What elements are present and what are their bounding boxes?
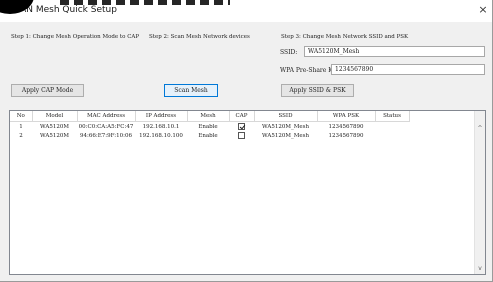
ssid-field[interactable]: WA5120M_Mesh [304,46,485,57]
cell-ip: 192.168.10.1 [142,123,180,130]
cell-psk: 1234567890 [328,132,364,139]
col-mac[interactable]: MAC Address [77,111,136,122]
cell-model: WA5120M [40,132,69,139]
col-psk[interactable]: WPA PSK [317,111,376,122]
partial-top-text [60,0,230,5]
cell-ip: 192.168.10.100 [139,132,183,139]
scroll-down-icon[interactable]: v [475,264,485,274]
cell-cap [229,122,254,132]
step3-label: Step 3: Change Mesh Network SSID and PSK [281,34,409,40]
cell-mesh: Enable [198,132,218,139]
col-mesh[interactable]: Mesh [187,111,230,122]
psk-field[interactable]: 1234567890 [331,64,485,75]
col-ssid[interactable]: SSID [254,111,318,122]
scan-mesh-button[interactable]: Scan Mesh [164,84,218,97]
col-no[interactable]: No [10,111,33,122]
device-table: No Model MAC Address IP Address Mesh CAP… [10,111,410,140]
table-header: No Model MAC Address IP Address Mesh CAP… [10,111,410,122]
mesh-setup-window: WLAN Mesh Quick Setup × Step 1: Change M… [0,0,493,282]
vertical-scrollbar[interactable]: ^ v [474,111,485,274]
cell-mesh: Enable [198,123,218,130]
col-ip[interactable]: IP Address [135,111,188,122]
apply-cap-mode-button[interactable]: Apply CAP Mode [11,84,84,97]
scroll-up-icon[interactable]: ^ [475,124,485,134]
ssid-label: SSID: [280,49,298,56]
cap-checkbox[interactable] [238,123,245,130]
apply-ssid-psk-button[interactable]: Apply SSID & PSK [281,84,354,97]
cell-ssid: WA5120M_Mesh [262,132,309,139]
col-model[interactable]: Model [32,111,78,122]
table-row[interactable]: 1 WA5120M 00:C0:CA:A5:FC:47 192.168.10.1… [10,122,409,132]
table-row[interactable]: 2 WA5120M 94:66:E7:9F:10:06 192.168.10.1… [10,131,409,140]
cell-mac: 94:66:E7:9F:10:06 [80,132,132,139]
col-status[interactable]: Status [375,111,410,122]
col-cap[interactable]: CAP [229,111,255,122]
device-list[interactable]: No Model MAC Address IP Address Mesh CAP… [9,110,486,275]
step2-label: Step 2: Scan Mesh Network devices [149,34,250,40]
cell-model: WA5120M [40,123,69,130]
cell-status [375,122,409,132]
cell-status [375,131,409,140]
cell-cap [229,131,254,140]
cell-psk: 1234567890 [328,123,364,130]
cell-no: 1 [19,123,23,130]
step1-label: Step 1: Change Mesh Operation Mode to CA… [11,34,140,40]
cell-mac: 00:C0:CA:A5:FC:47 [78,123,134,130]
cell-no: 2 [19,132,23,139]
cap-checkbox[interactable] [238,132,245,139]
close-icon[interactable]: × [477,3,489,17]
cell-ssid: WA5120M_Mesh [262,123,309,130]
